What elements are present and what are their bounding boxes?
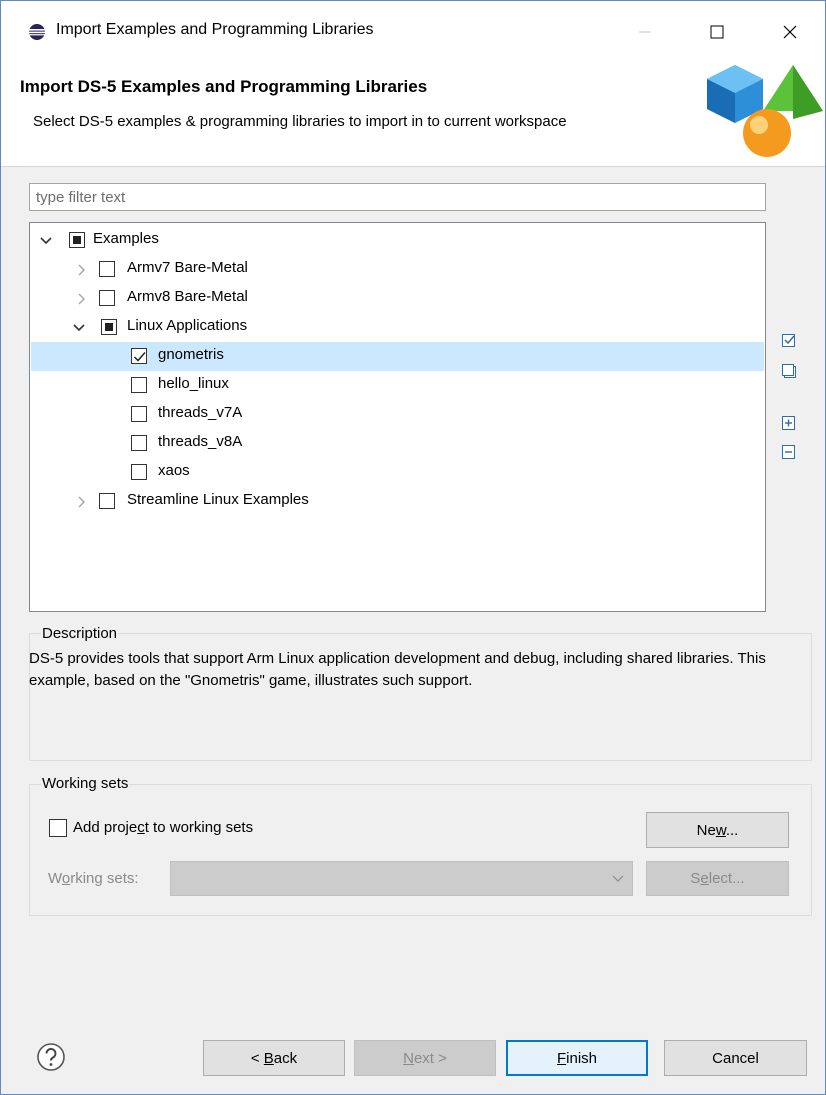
description-text: DS-5 provides tools that support Arm Lin…	[29, 650, 766, 689]
working-sets-label: Working sets:	[48, 870, 139, 887]
chevron-right-icon[interactable]	[74, 292, 88, 306]
new-working-set-button[interactable]: New...	[646, 812, 789, 848]
wizard-banner: Import DS-5 Examples and Programming Lib…	[1, 63, 825, 167]
tree-checkbox[interactable]	[69, 232, 85, 248]
tree-checkbox[interactable]	[99, 493, 115, 509]
working-sets-combo[interactable]	[170, 861, 633, 896]
tree-item-label: hello_linux	[158, 375, 229, 392]
tree-item-label: Armv7 Bare-Metal	[127, 259, 248, 276]
working-sets-group	[29, 784, 812, 916]
working-sets-title: Working sets	[41, 775, 130, 792]
tree-item-linux-applications[interactable]: Linux Applications	[31, 313, 764, 342]
tree-checkbox[interactable]	[99, 290, 115, 306]
tree-item-label: threads_v8A	[158, 433, 243, 450]
tree-checkbox[interactable]	[131, 435, 147, 451]
window-title: Import Examples and Programming Librarie…	[56, 21, 374, 38]
tree-item-label: xaos	[158, 462, 190, 479]
tree-checkbox[interactable]	[99, 261, 115, 277]
wizard-shapes-icon	[707, 65, 823, 157]
tree-item-streamline[interactable]: Streamline Linux Examples	[31, 487, 764, 516]
minimize-button[interactable]	[627, 15, 663, 49]
chevron-down-icon[interactable]	[39, 234, 53, 248]
examples-tree[interactable]: Examples Armv7 Bare-Metal Armv8 Bare-Met…	[29, 222, 766, 612]
page-title: Import DS-5 Examples and Programming Lib…	[20, 77, 428, 96]
maximize-button[interactable]	[699, 15, 735, 49]
cancel-button[interactable]: Cancel	[664, 1040, 807, 1076]
chevron-down-icon[interactable]	[72, 321, 86, 335]
tree-checkbox[interactable]	[131, 406, 147, 422]
collapse-all-icon[interactable]	[781, 443, 797, 461]
tree-item-label: Streamline Linux Examples	[127, 491, 309, 508]
help-icon[interactable]	[35, 1041, 67, 1073]
next-button[interactable]: Next >	[354, 1040, 496, 1076]
expand-all-icon[interactable]	[781, 414, 797, 432]
tree-item-label: Examples	[93, 230, 159, 247]
select-working-sets-button[interactable]: Select...	[646, 861, 789, 896]
tree-item-hello-linux[interactable]: hello_linux	[31, 371, 764, 400]
tree-item-gnometris[interactable]: gnometris	[31, 342, 764, 371]
tree-item-armv8[interactable]: Armv8 Bare-Metal	[31, 284, 764, 313]
select-all-icon[interactable]	[781, 331, 797, 349]
chevron-right-icon[interactable]	[74, 263, 88, 277]
close-button[interactable]	[772, 15, 808, 49]
minimize-icon	[639, 31, 651, 33]
tree-item-label: threads_v7A	[158, 404, 243, 421]
tree-checkbox[interactable]	[131, 348, 147, 364]
tree-checkbox[interactable]	[131, 464, 147, 480]
title-bar[interactable]: Import Examples and Programming Librarie…	[1, 1, 825, 63]
tree-checkbox[interactable]	[101, 319, 117, 335]
add-to-working-sets-label[interactable]: Add project to working sets	[73, 819, 253, 836]
tree-item-examples[interactable]: Examples	[31, 226, 764, 255]
tree-item-label: Armv8 Bare-Metal	[127, 288, 248, 305]
tree-item-threads-v8a[interactable]: threads_v8A	[31, 429, 764, 458]
chevron-right-icon[interactable]	[74, 495, 88, 509]
tree-item-xaos[interactable]: xaos	[31, 458, 764, 487]
tree-item-threads-v7a[interactable]: threads_v7A	[31, 400, 764, 429]
chevron-down-icon	[612, 875, 624, 882]
tree-checkbox[interactable]	[131, 377, 147, 393]
finish-button[interactable]: Finish	[506, 1040, 648, 1076]
description-title: Description	[41, 625, 119, 642]
checkmark-icon	[133, 352, 146, 362]
filter-input[interactable]	[29, 183, 766, 211]
tree-item-armv7[interactable]: Armv7 Bare-Metal	[31, 255, 764, 284]
page-description: Select DS-5 examples & programming libra…	[33, 113, 567, 130]
back-button[interactable]: < Back	[203, 1040, 345, 1076]
tree-item-label: gnometris	[158, 346, 224, 363]
add-to-working-sets-checkbox[interactable]	[49, 819, 67, 837]
tree-item-label: Linux Applications	[127, 317, 248, 334]
maximize-icon	[710, 25, 724, 39]
eclipse-app-icon	[29, 24, 45, 40]
deselect-all-icon[interactable]	[781, 361, 797, 379]
close-icon	[783, 25, 797, 39]
dialog-window: Import Examples and Programming Librarie…	[0, 0, 826, 1095]
